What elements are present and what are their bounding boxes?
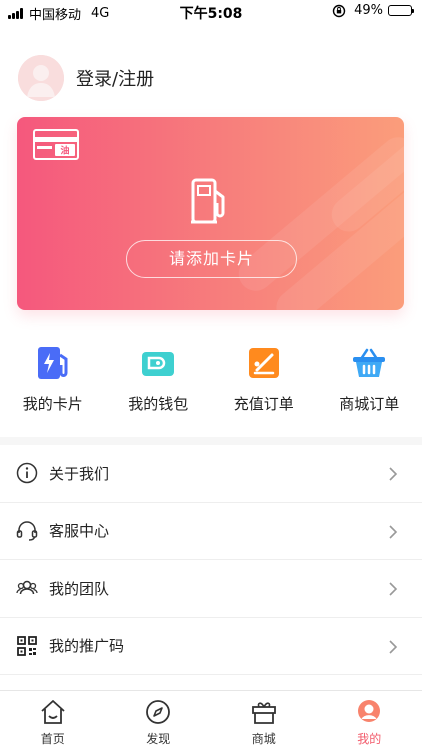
home-icon (41, 700, 65, 724)
quick-action-mall-orders[interactable]: 商城订单 (317, 345, 422, 414)
tab-home[interactable]: 首页 (0, 691, 106, 750)
menu-item-label: 客服中心 (49, 522, 110, 541)
chevron-right-icon (389, 524, 398, 539)
svg-text:油: 油 (60, 145, 69, 157)
quick-action-label: 我的卡片 (22, 395, 83, 413)
fuel-card-panel: 油 请添加卡片 (17, 117, 404, 310)
profile-login[interactable]: 登录/注册 (18, 55, 154, 101)
fuel-pump-icon (191, 178, 225, 224)
wallet-icon (142, 352, 175, 376)
tab-label: 发现 (146, 732, 171, 746)
quick-action-label: 商城订单 (339, 395, 400, 413)
quick-actions: 我的卡片 我的钱包 充值订单 商城订单 (0, 345, 422, 414)
quick-action-my-wallet[interactable]: 我的钱包 (106, 345, 212, 414)
tab-label: 我的 (357, 732, 382, 746)
chevron-right-icon (389, 467, 398, 481)
menu-item-my-referral-code[interactable]: 我的推广码 (0, 618, 422, 675)
status-bar: 中国移动 4G 下午5:08 49% (0, 0, 422, 24)
team-icon (16, 581, 38, 595)
tab-discover[interactable]: 发现 (106, 691, 212, 750)
gift-icon (251, 702, 276, 724)
bottom-tab-bar: 首页 发现 商城 我的 (0, 690, 422, 750)
tab-me[interactable]: 我的 (317, 691, 422, 750)
profile-icon (358, 700, 381, 722)
menu-item-about-us[interactable]: 关于我们 (0, 445, 422, 503)
fuel-card-icon (37, 347, 68, 379)
qr-code-icon (17, 635, 37, 656)
tab-label: 商城 (251, 732, 276, 746)
tab-mall[interactable]: 商城 (211, 691, 317, 750)
avatar[interactable] (18, 55, 64, 101)
battery-percent: 49% (354, 3, 383, 18)
menu-item-my-team[interactable]: 我的团队 (0, 560, 422, 618)
menu-item-label: 我的推广码 (49, 637, 125, 656)
menu-item-label: 关于我们 (49, 464, 110, 483)
shopping-basket-icon (353, 348, 386, 377)
battery-icon (388, 5, 414, 16)
oil-card-badge-icon: 油 (33, 129, 79, 160)
quick-action-recharge-orders[interactable]: 充值订单 (211, 345, 317, 414)
info-icon (16, 463, 38, 484)
orientation-lock-icon (332, 4, 346, 17)
section-divider (0, 437, 422, 445)
quick-action-label: 我的钱包 (128, 395, 189, 413)
menu-item-customer-service[interactable]: 客服中心 (0, 503, 422, 560)
chevron-right-icon (389, 639, 398, 654)
headset-icon (16, 521, 38, 541)
recharge-order-icon (248, 348, 279, 378)
quick-action-my-cards[interactable]: 我的卡片 (0, 345, 106, 414)
settings-menu: 关于我们 客服中心 我的团队 我的推广码 (0, 445, 422, 675)
quick-action-label: 充值订单 (233, 395, 294, 413)
compass-icon (146, 700, 171, 724)
login-register-link[interactable]: 登录/注册 (76, 65, 154, 91)
tab-label: 首页 (40, 732, 65, 746)
menu-item-label: 我的团队 (49, 579, 110, 598)
add-card-button[interactable]: 请添加卡片 (126, 240, 297, 278)
chevron-right-icon (389, 582, 398, 596)
